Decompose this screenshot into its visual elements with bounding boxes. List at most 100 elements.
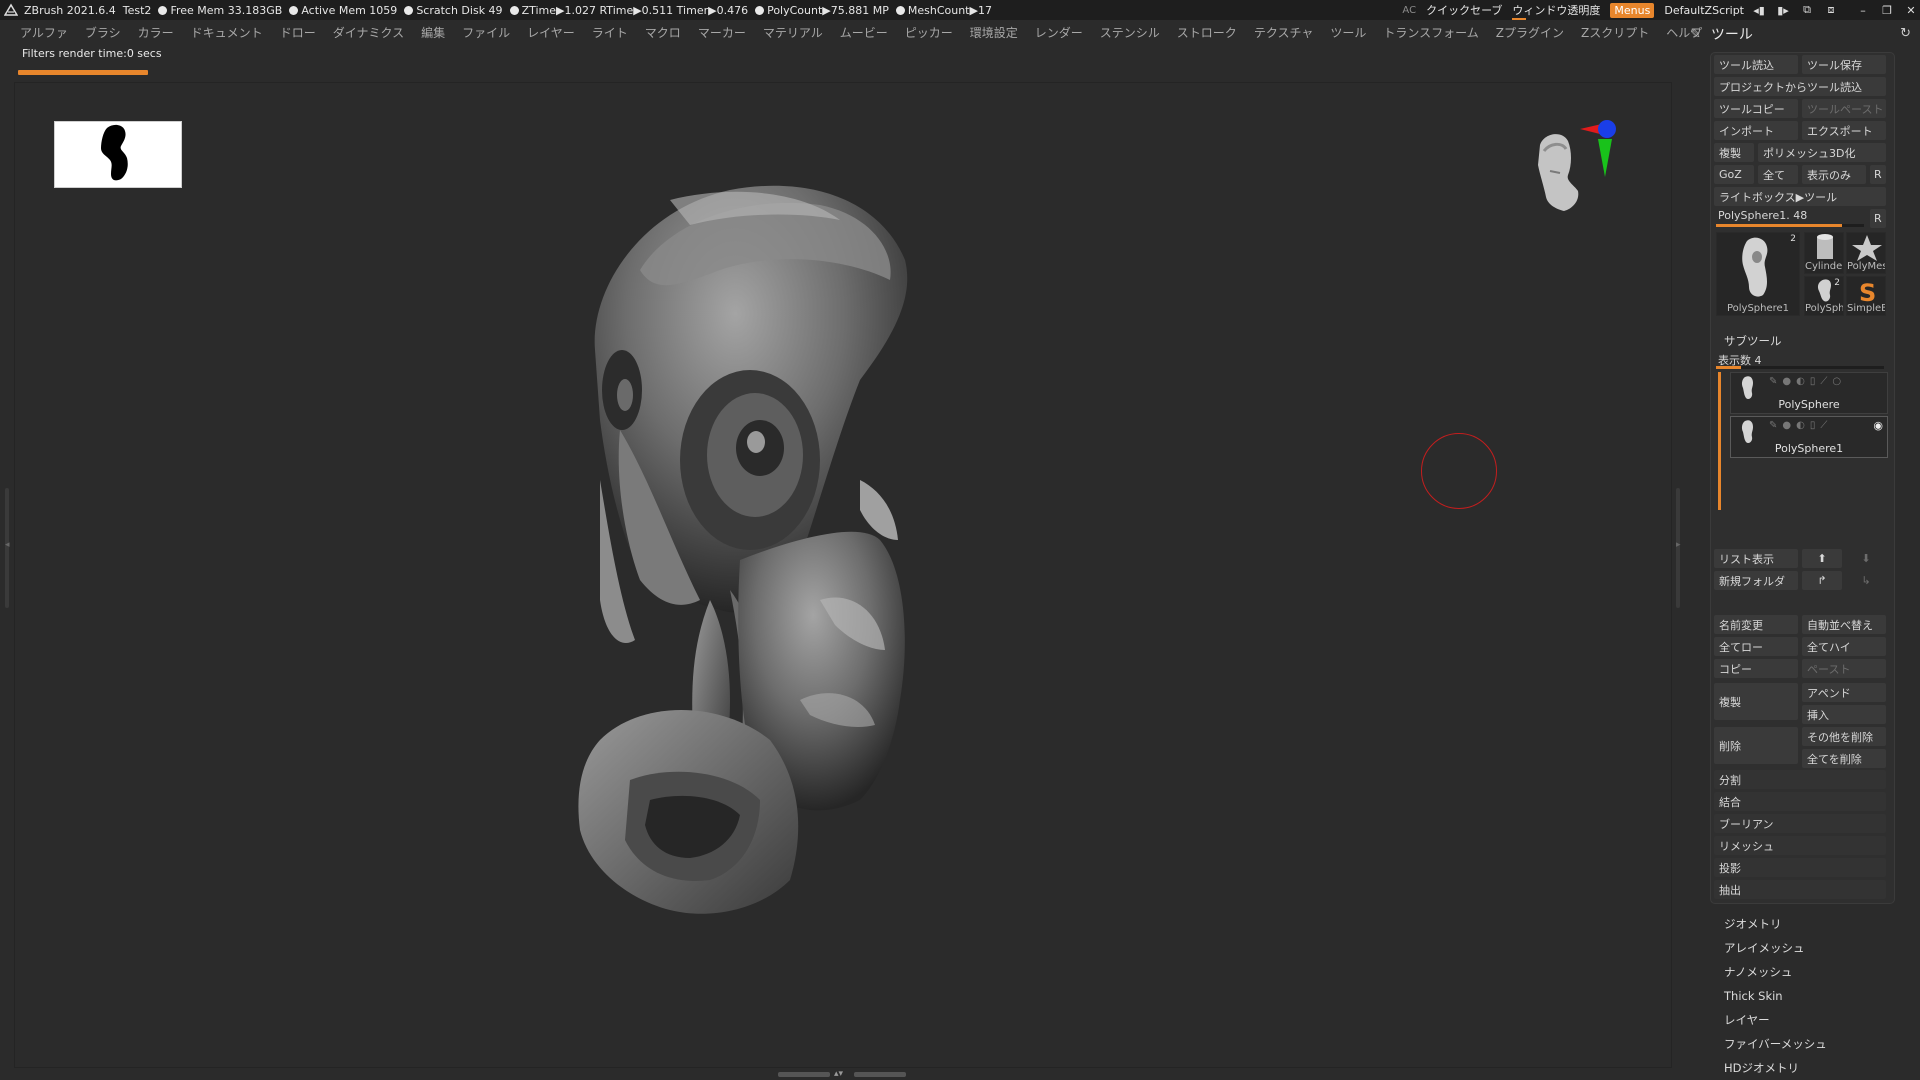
move-down-icon[interactable]: ⬇ bbox=[1846, 549, 1886, 568]
navigator-thumbnail[interactable] bbox=[54, 121, 182, 188]
quicksave-button[interactable]: クイックセーブ bbox=[1426, 2, 1502, 18]
tool-tile-polymesh3d[interactable]: PolyMesh3D bbox=[1846, 232, 1886, 274]
menu-draw[interactable]: ドロー bbox=[280, 24, 316, 41]
goz-all-button[interactable]: 全て bbox=[1758, 165, 1798, 184]
tool-tile-simplebrush[interactable]: S SimpleBrush bbox=[1846, 276, 1886, 316]
split-section[interactable]: 分割 bbox=[1714, 770, 1886, 789]
menu-edit[interactable]: 編集 bbox=[421, 24, 445, 41]
menu-texture[interactable]: テクスチャ bbox=[1254, 24, 1314, 41]
section-fibermesh[interactable]: ファイバーメッシュ bbox=[1724, 1032, 1827, 1056]
goz-button[interactable]: GoZ bbox=[1714, 165, 1754, 184]
menu-light[interactable]: ライト bbox=[592, 24, 628, 41]
layout-next-icon[interactable]: ▮▸ bbox=[1774, 4, 1792, 17]
paste-tool-button[interactable]: ツールペースト bbox=[1802, 99, 1886, 118]
menu-tool[interactable]: ツール bbox=[1330, 24, 1366, 41]
paste-subtool-button[interactable]: ペースト bbox=[1802, 659, 1886, 678]
extract-section[interactable]: 抽出 bbox=[1714, 880, 1886, 899]
tool-tile-polysphere[interactable]: 2 PolySphere bbox=[1804, 276, 1844, 316]
project-section[interactable]: 投影 bbox=[1714, 858, 1886, 877]
menu-brush[interactable]: ブラシ bbox=[85, 24, 121, 41]
menu-document[interactable]: ドキュメント bbox=[191, 24, 263, 41]
subtool-icons[interactable]: ✎●◐▯⟋ bbox=[1769, 420, 1832, 431]
section-thick-skin[interactable]: Thick Skin bbox=[1724, 984, 1827, 1008]
section-hd-geometry[interactable]: HDジオメトリ bbox=[1724, 1056, 1827, 1080]
load-tool-button[interactable]: ツール読込 bbox=[1714, 55, 1798, 74]
menu-transform[interactable]: トランスフォーム bbox=[1383, 24, 1478, 41]
rename-button[interactable]: 名前変更 bbox=[1714, 615, 1798, 634]
lightbox-tools-button[interactable]: ライトボックス▶ツール bbox=[1714, 187, 1886, 206]
goz-r-button[interactable]: R bbox=[1870, 165, 1886, 184]
move-out-folder-icon[interactable]: ↳ bbox=[1846, 571, 1886, 590]
sculpt-model[interactable] bbox=[560, 180, 1120, 964]
bottom-handle-left[interactable] bbox=[778, 1071, 830, 1077]
subtool-section-title[interactable]: サブツール bbox=[1724, 333, 1782, 349]
bottom-tray-arrow-icon[interactable]: ▴▾ bbox=[834, 1070, 850, 1079]
goz-visible-button[interactable]: 表示のみ bbox=[1802, 165, 1866, 184]
append-button[interactable]: アペンド bbox=[1802, 683, 1886, 702]
close-icon[interactable]: ✕ bbox=[1902, 4, 1920, 17]
remesh-section[interactable]: リメッシュ bbox=[1714, 836, 1886, 855]
eye-icon[interactable]: ◉ bbox=[1873, 419, 1883, 432]
copy-subtool-button[interactable]: コピー bbox=[1714, 659, 1798, 678]
save-tool-button[interactable]: ツール保存 bbox=[1802, 55, 1886, 74]
subtool-item-polysphere[interactable]: ✎●◐▯⟋○ PolySphere bbox=[1730, 372, 1888, 414]
new-folder-button[interactable]: 新規フォルダ bbox=[1714, 571, 1798, 590]
all-high-button[interactable]: 全てハイ bbox=[1802, 637, 1886, 656]
menu-zplugin[interactable]: Zプラグイン bbox=[1496, 24, 1564, 41]
delete-all-button[interactable]: 全てを削除 bbox=[1802, 749, 1886, 768]
clone-button[interactable]: 複製 bbox=[1714, 143, 1754, 162]
menu-stroke[interactable]: ストローク bbox=[1177, 24, 1237, 41]
menu-picker[interactable]: ピッカー bbox=[905, 24, 953, 41]
duplicate-subtool-button[interactable]: 複製 bbox=[1714, 683, 1798, 720]
tool-tile-polysphere1[interactable]: 2 PolySphere1 bbox=[1716, 232, 1800, 316]
section-arraymesh[interactable]: アレイメッシュ bbox=[1724, 936, 1827, 960]
boolean-section[interactable]: ブーリアン bbox=[1714, 814, 1886, 833]
current-tool-r-button[interactable]: R bbox=[1870, 209, 1886, 228]
insert-button[interactable]: 挿入 bbox=[1802, 705, 1886, 724]
subtool-item-polysphere1[interactable]: ✎●◐▯⟋ ◉ PolySphere1 bbox=[1730, 416, 1888, 458]
reset-icon[interactable]: ↻ bbox=[1900, 26, 1911, 41]
menu-alpha[interactable]: アルファ bbox=[20, 24, 68, 41]
auto-reorder-button[interactable]: 自動並べ替え bbox=[1802, 615, 1886, 634]
window-transparency-slider[interactable]: ウィンドウ透明度 bbox=[1512, 2, 1600, 21]
ac-indicator[interactable]: AC bbox=[1402, 5, 1416, 16]
layout-icon[interactable]: ⧉ bbox=[1798, 3, 1816, 17]
menu-dynamics[interactable]: ダイナミクス bbox=[333, 24, 404, 41]
subtool-scrollbar[interactable] bbox=[1718, 372, 1721, 510]
delete-other-button[interactable]: その他を削除 bbox=[1802, 727, 1886, 746]
menu-color[interactable]: カラー bbox=[138, 24, 174, 41]
menus-toggle-button[interactable]: Menus bbox=[1610, 2, 1655, 18]
list-view-button[interactable]: リスト表示 bbox=[1714, 549, 1798, 568]
import-button[interactable]: インポート bbox=[1714, 121, 1798, 140]
copy-tool-button[interactable]: ツールコピー bbox=[1714, 99, 1798, 118]
pin-icon[interactable]: ✎ bbox=[1690, 27, 1701, 42]
merge-section[interactable]: 結合 bbox=[1714, 792, 1886, 811]
subtool-icons[interactable]: ✎●◐▯⟋○ bbox=[1769, 376, 1846, 387]
menu-stencil[interactable]: ステンシル bbox=[1100, 24, 1160, 41]
tool-tile-cylinder3d[interactable]: Cylinder3D bbox=[1804, 232, 1844, 274]
menu-material[interactable]: マテリアル bbox=[763, 24, 823, 41]
default-zscript-button[interactable]: DefaultZScript bbox=[1664, 4, 1744, 17]
make-polymesh-button[interactable]: ポリメッシュ3D化 bbox=[1758, 143, 1886, 162]
visible-count-slider[interactable] bbox=[1716, 366, 1884, 369]
section-layers[interactable]: レイヤー bbox=[1724, 1008, 1827, 1032]
bottom-tray-handle[interactable]: ▴▾ bbox=[778, 1070, 908, 1079]
export-button[interactable]: エクスポート bbox=[1802, 121, 1886, 140]
menu-preferences[interactable]: 環境設定 bbox=[970, 24, 1018, 41]
delete-button[interactable]: 削除 bbox=[1714, 727, 1798, 764]
right-tray-arrow-icon[interactable]: ▸ bbox=[1676, 540, 1681, 550]
menu-marker[interactable]: マーカー bbox=[698, 24, 746, 41]
menu-layer[interactable]: レイヤー bbox=[527, 24, 575, 41]
minimize-icon[interactable]: – bbox=[1854, 4, 1872, 17]
all-low-button[interactable]: 全てロー bbox=[1714, 637, 1798, 656]
section-geometry[interactable]: ジオメトリ bbox=[1724, 912, 1827, 936]
bottom-handle-right[interactable] bbox=[854, 1071, 906, 1077]
menu-movie[interactable]: ムービー bbox=[840, 24, 888, 41]
menu-render[interactable]: レンダー bbox=[1035, 24, 1083, 41]
orientation-gizmo[interactable] bbox=[1520, 115, 1630, 249]
load-from-project-button[interactable]: プロジェクトからツール読込 bbox=[1714, 77, 1886, 96]
move-up-icon[interactable]: ⬆ bbox=[1802, 549, 1842, 568]
menu-macro[interactable]: マクロ bbox=[645, 24, 681, 41]
move-into-folder-icon[interactable]: ↱ bbox=[1802, 571, 1842, 590]
restore-icon[interactable]: ❐ bbox=[1878, 4, 1896, 17]
